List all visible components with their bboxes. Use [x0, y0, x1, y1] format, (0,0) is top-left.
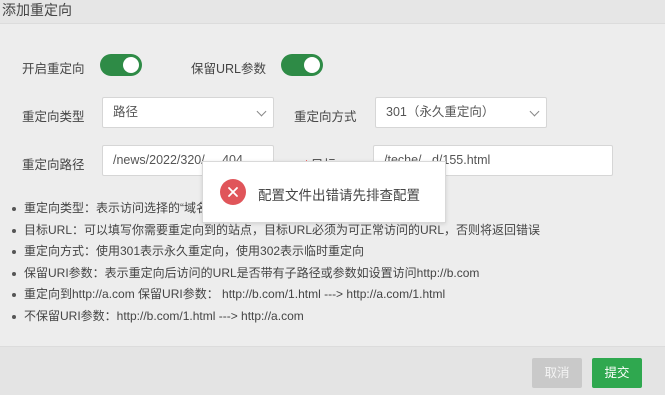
bullet-icon — [12, 207, 16, 211]
redirect-method-select[interactable]: 301（永久重定向） — [375, 97, 547, 128]
help-item-text: 不保留URI参数：http://b.com/1.html ---> http:/… — [24, 308, 304, 323]
bullet-icon — [12, 228, 16, 233]
redirect-type-label: 重定向类型 — [22, 110, 85, 124]
redirect-type-value: 路径 — [113, 105, 139, 119]
help-item: 重定向到http://a.com 保留URI参数： http://b.com/1… — [12, 284, 652, 306]
toggle-knob — [123, 57, 139, 73]
keep-url-params-label: 保留URL参数 — [191, 62, 267, 76]
bullet-icon — [12, 293, 16, 297]
chevron-down-icon — [256, 106, 267, 117]
error-toast: 配置文件出错请先排查配置 — [202, 161, 446, 223]
dialog-title-bar[interactable]: 添加重定向 — [0, 0, 665, 24]
cancel-button[interactable]: 取消 — [532, 358, 582, 388]
add-redirect-dialog: 添加重定向 开启重定向 保留URL参数 重定向类型 路径 重定向方式 301（永… — [0, 0, 665, 395]
keep-url-params-toggle[interactable] — [281, 54, 323, 76]
help-item: 保留URI参数：表示重定向后访问的URL是否带有子路径或参数如设置访问http:… — [12, 263, 652, 285]
bullet-icon — [12, 271, 16, 276]
bullet-icon — [12, 250, 16, 254]
dialog-title: 添加重定向 — [2, 2, 72, 18]
redirect-path-label: 重定向路径 — [22, 158, 85, 172]
help-item-text: 重定向到http://a.com 保留URI参数： http://b.com/1… — [24, 287, 446, 301]
error-x-icon — [220, 179, 246, 205]
toggle-knob — [304, 57, 320, 73]
help-item-text: 重定向方式：使用301表示永久重定向，使用302表示临时重定向 — [24, 244, 365, 258]
chevron-down-icon — [529, 106, 540, 117]
error-toast-message: 配置文件出错请先排查配置 — [258, 188, 420, 203]
redirect-type-select[interactable]: 路径 — [102, 97, 274, 128]
bullet-icon — [12, 314, 16, 319]
help-item: 不保留URI参数：http://b.com/1.html ---> http:/… — [12, 306, 652, 328]
dialog-footer: 取消 提交 — [0, 346, 665, 395]
redirect-method-value: 301（永久重定向） — [386, 105, 495, 119]
help-item-text: 目标URL：可以填写你需要重定向到的站点，目标URL必须为可正常访问的URL，否… — [24, 222, 541, 237]
help-item: 重定向方式：使用301表示永久重定向，使用302表示临时重定向 — [12, 241, 652, 263]
help-item-text: 保留URI参数：表示重定向后访问的URL是否带有子路径或参数如设置访问http:… — [24, 265, 480, 280]
enable-redirect-toggle[interactable] — [100, 54, 142, 76]
submit-button[interactable]: 提交 — [592, 358, 642, 388]
enable-redirect-label: 开启重定向 — [22, 62, 85, 76]
redirect-method-label: 重定向方式 — [294, 110, 357, 124]
